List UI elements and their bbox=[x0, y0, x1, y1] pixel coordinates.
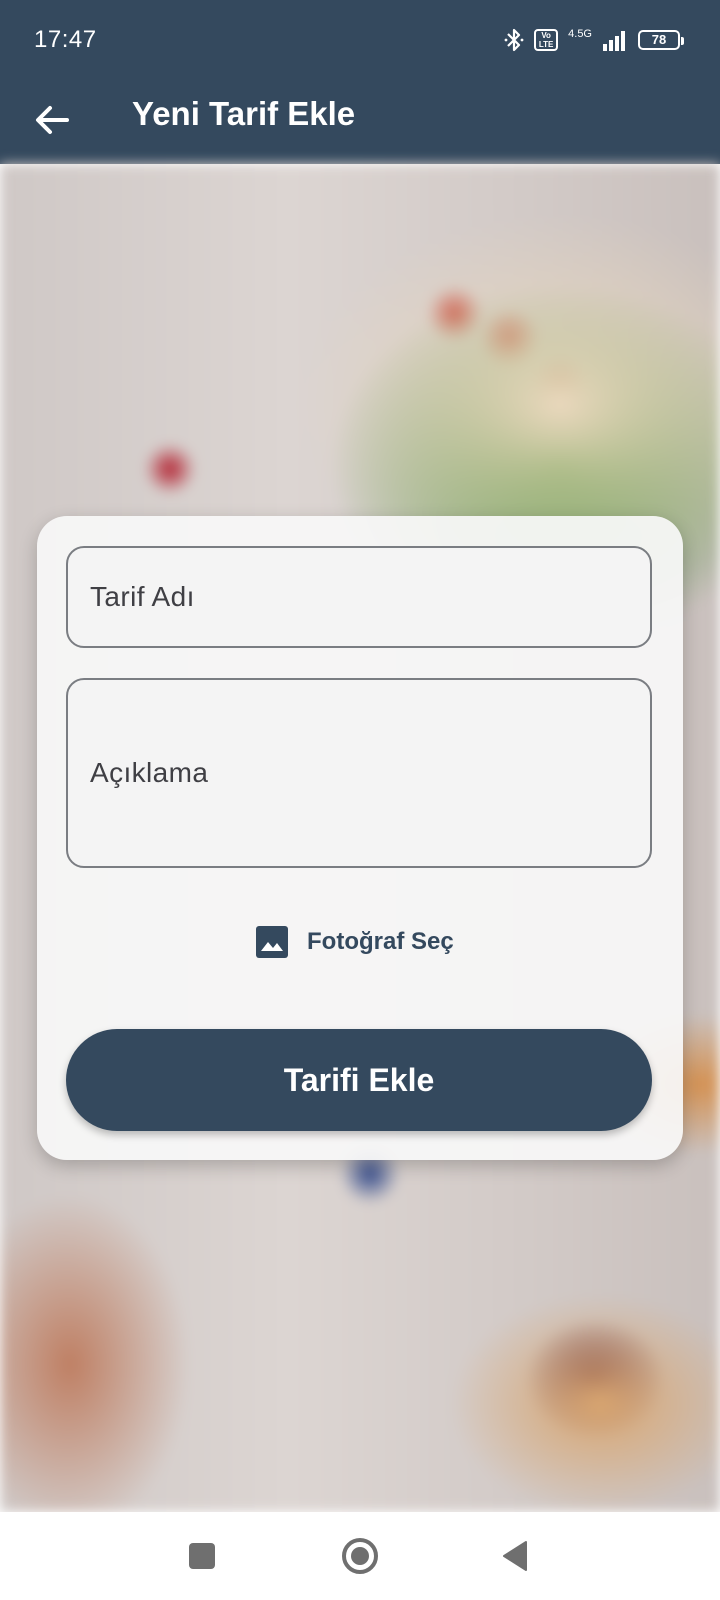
status-bar: 17:47 Vo LTE 4.5G 78 bbox=[0, 0, 720, 82]
signal-icon bbox=[603, 31, 625, 51]
triangle-back-icon[interactable] bbox=[494, 1534, 538, 1578]
add-recipe-button[interactable]: Tarifi Ekle bbox=[66, 1029, 652, 1131]
description-placeholder: Açıklama bbox=[90, 757, 209, 788]
volte-icon: Vo LTE bbox=[534, 29, 559, 51]
status-time: 17:47 bbox=[34, 26, 97, 53]
battery-icon: 78 bbox=[638, 30, 684, 50]
bluetooth-icon bbox=[504, 28, 524, 52]
network-type: 4.5G bbox=[568, 28, 592, 40]
description-field[interactable]: Açıklama bbox=[66, 678, 652, 868]
image-icon bbox=[256, 926, 288, 958]
page-title: Yeni Tarif Ekle bbox=[132, 95, 356, 132]
circle-home-icon[interactable] bbox=[338, 1534, 382, 1578]
navigation-bar bbox=[0, 1512, 720, 1600]
recipe-form-card: Tarif Adı Açıklama Fotoğraf Seç Tarifi E… bbox=[37, 516, 683, 1160]
square-recents-icon[interactable] bbox=[180, 1534, 224, 1578]
app-bar: Yeni Tarif Ekle bbox=[0, 82, 720, 164]
arrow-left-icon bbox=[36, 106, 69, 134]
recipe-name-placeholder: Tarif Adı bbox=[90, 581, 195, 612]
select-photo-button[interactable]: Fotoğraf Seç bbox=[255, 920, 454, 964]
recipe-name-field[interactable]: Tarif Adı bbox=[66, 546, 652, 648]
status-icons: Vo LTE 4.5G 78 bbox=[504, 24, 684, 56]
back-button[interactable] bbox=[28, 96, 76, 144]
select-photo-label: Fotoğraf Seç bbox=[307, 928, 454, 955]
